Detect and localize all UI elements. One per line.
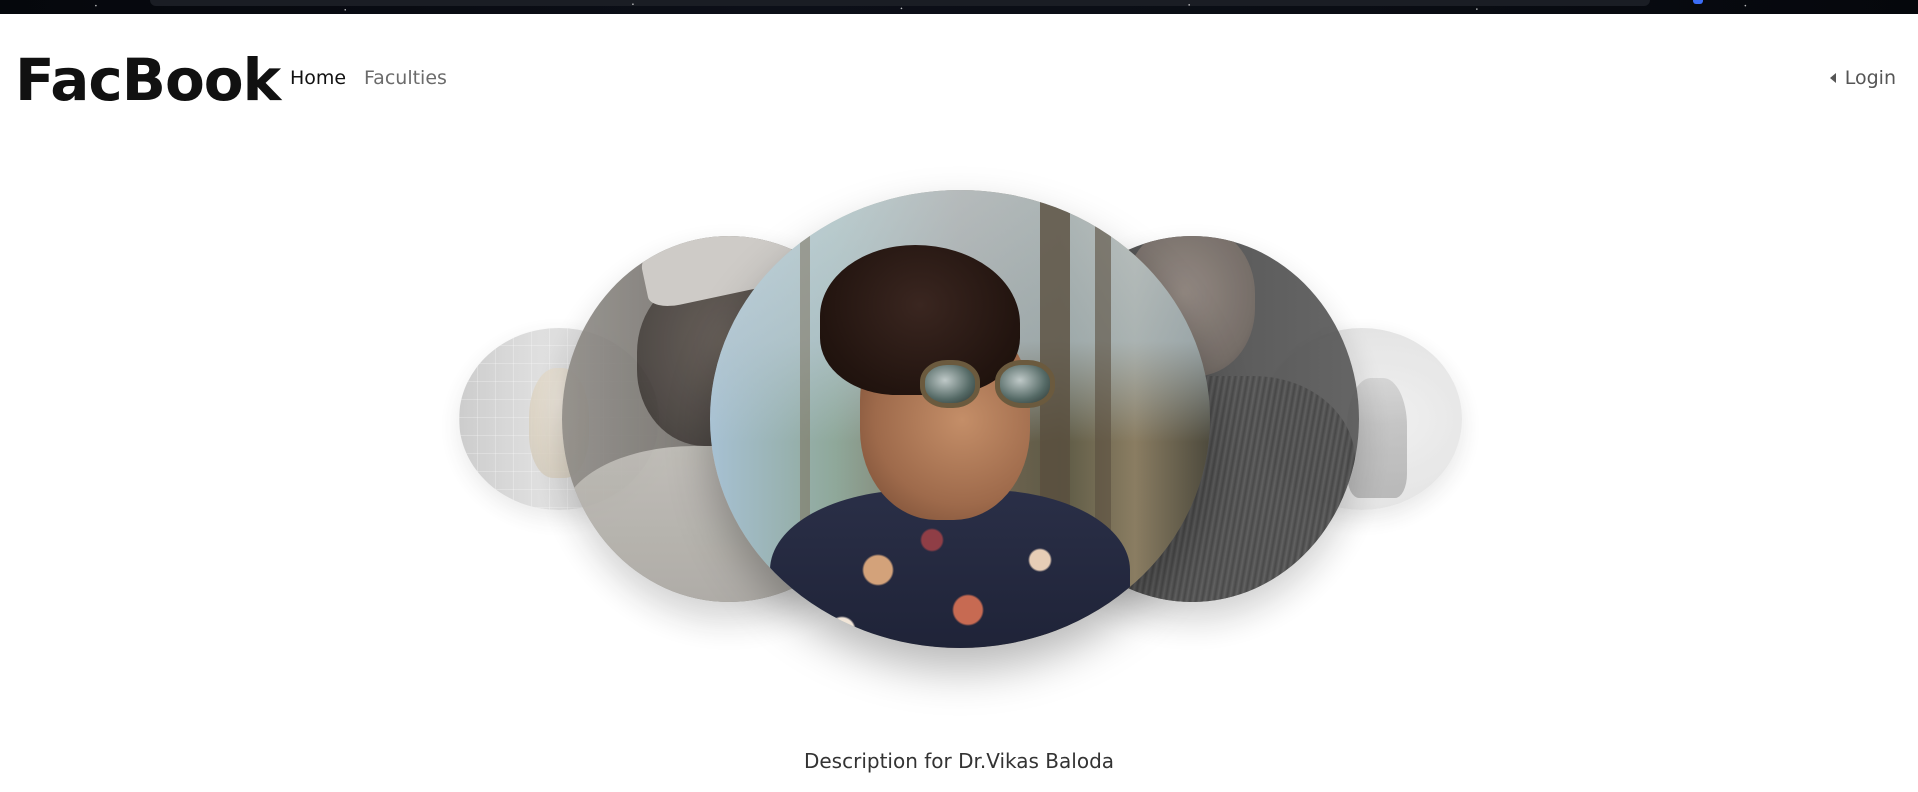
sunglasses-lens-right [995,360,1055,408]
brand-logo[interactable]: FacBook [15,45,281,115]
login-button[interactable]: Login [1829,65,1896,91]
navbar: FacBook Home Faculties Login [0,40,1918,120]
login-label: Login [1844,67,1896,89]
slide-description: Description for Dr.Vikas Baloda [803,749,1115,773]
browser-address-bar-edge [150,0,1650,6]
browser-accent-indicator [1693,0,1703,4]
faculty-carousel [0,150,1918,670]
browser-top-strip [0,0,1918,14]
sunglasses-lens-left [920,360,980,408]
sunglasses-icon [900,360,1060,408]
nav-link-home[interactable]: Home [290,65,346,91]
nav-link-faculties[interactable]: Faculties [364,65,447,91]
carousel-slide-center-active[interactable] [710,190,1210,648]
caret-left-icon [1829,73,1836,83]
